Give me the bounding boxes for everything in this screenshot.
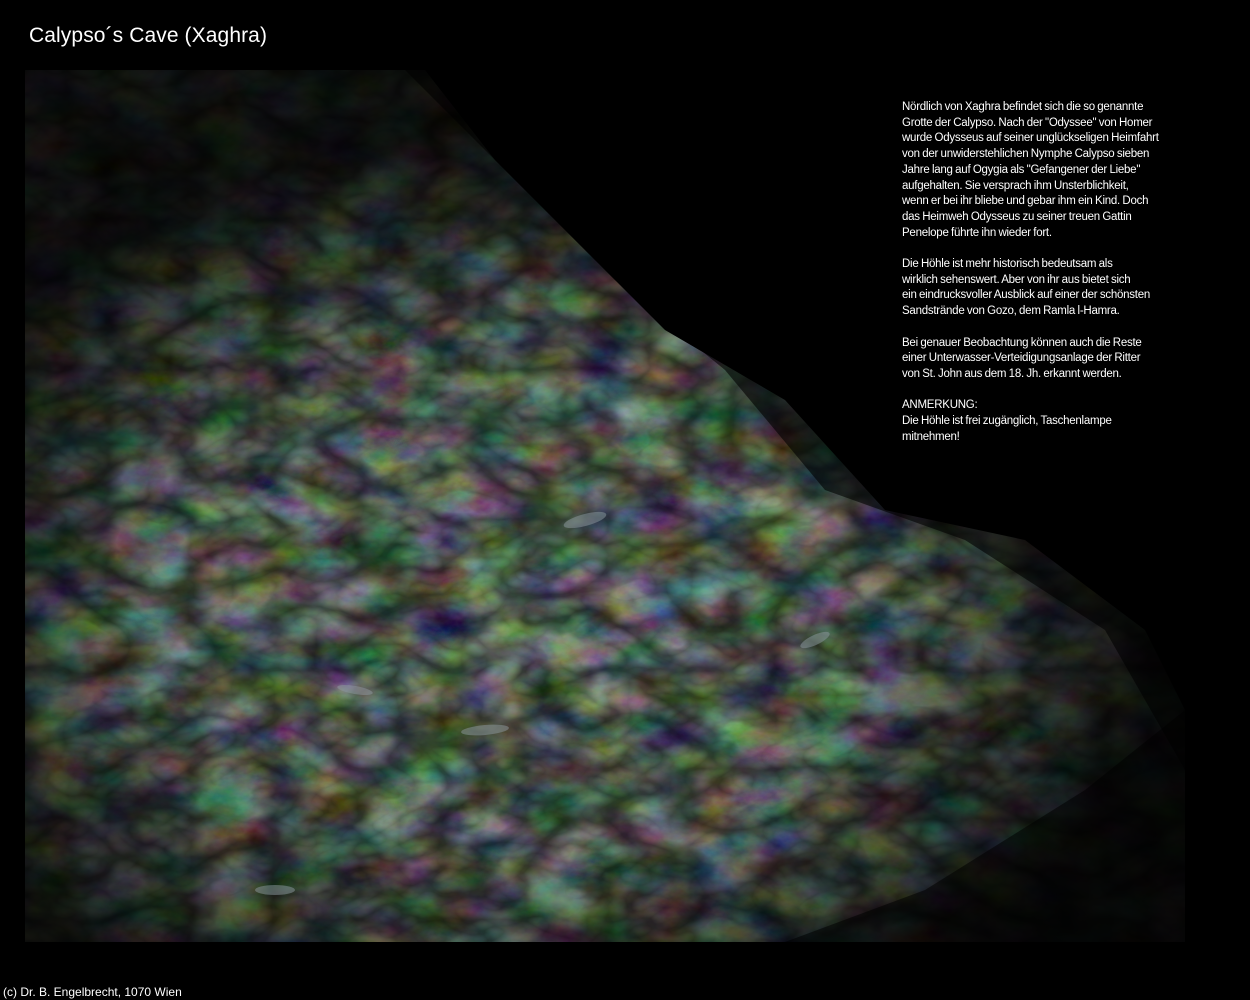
description-note: ANMERKUNG: Die Höhle ist frei zugänglich… (902, 399, 1112, 443)
copyright-notice: (c) Dr. B. Engelbrecht, 1070 Wien (3, 985, 182, 999)
description-paragraph: Bei genauer Beobachtung können auch die … (902, 336, 1142, 380)
description-paragraph: Nördlich von Xaghra befindet sich die so… (902, 101, 1159, 239)
cave-description: Nördlich von Xaghra befindet sich die so… (902, 100, 1202, 461)
description-paragraph: Die Höhle ist mehr historisch bedeutsam … (902, 258, 1151, 318)
page-title: Calypso´s Cave (Xaghra) (29, 24, 268, 47)
